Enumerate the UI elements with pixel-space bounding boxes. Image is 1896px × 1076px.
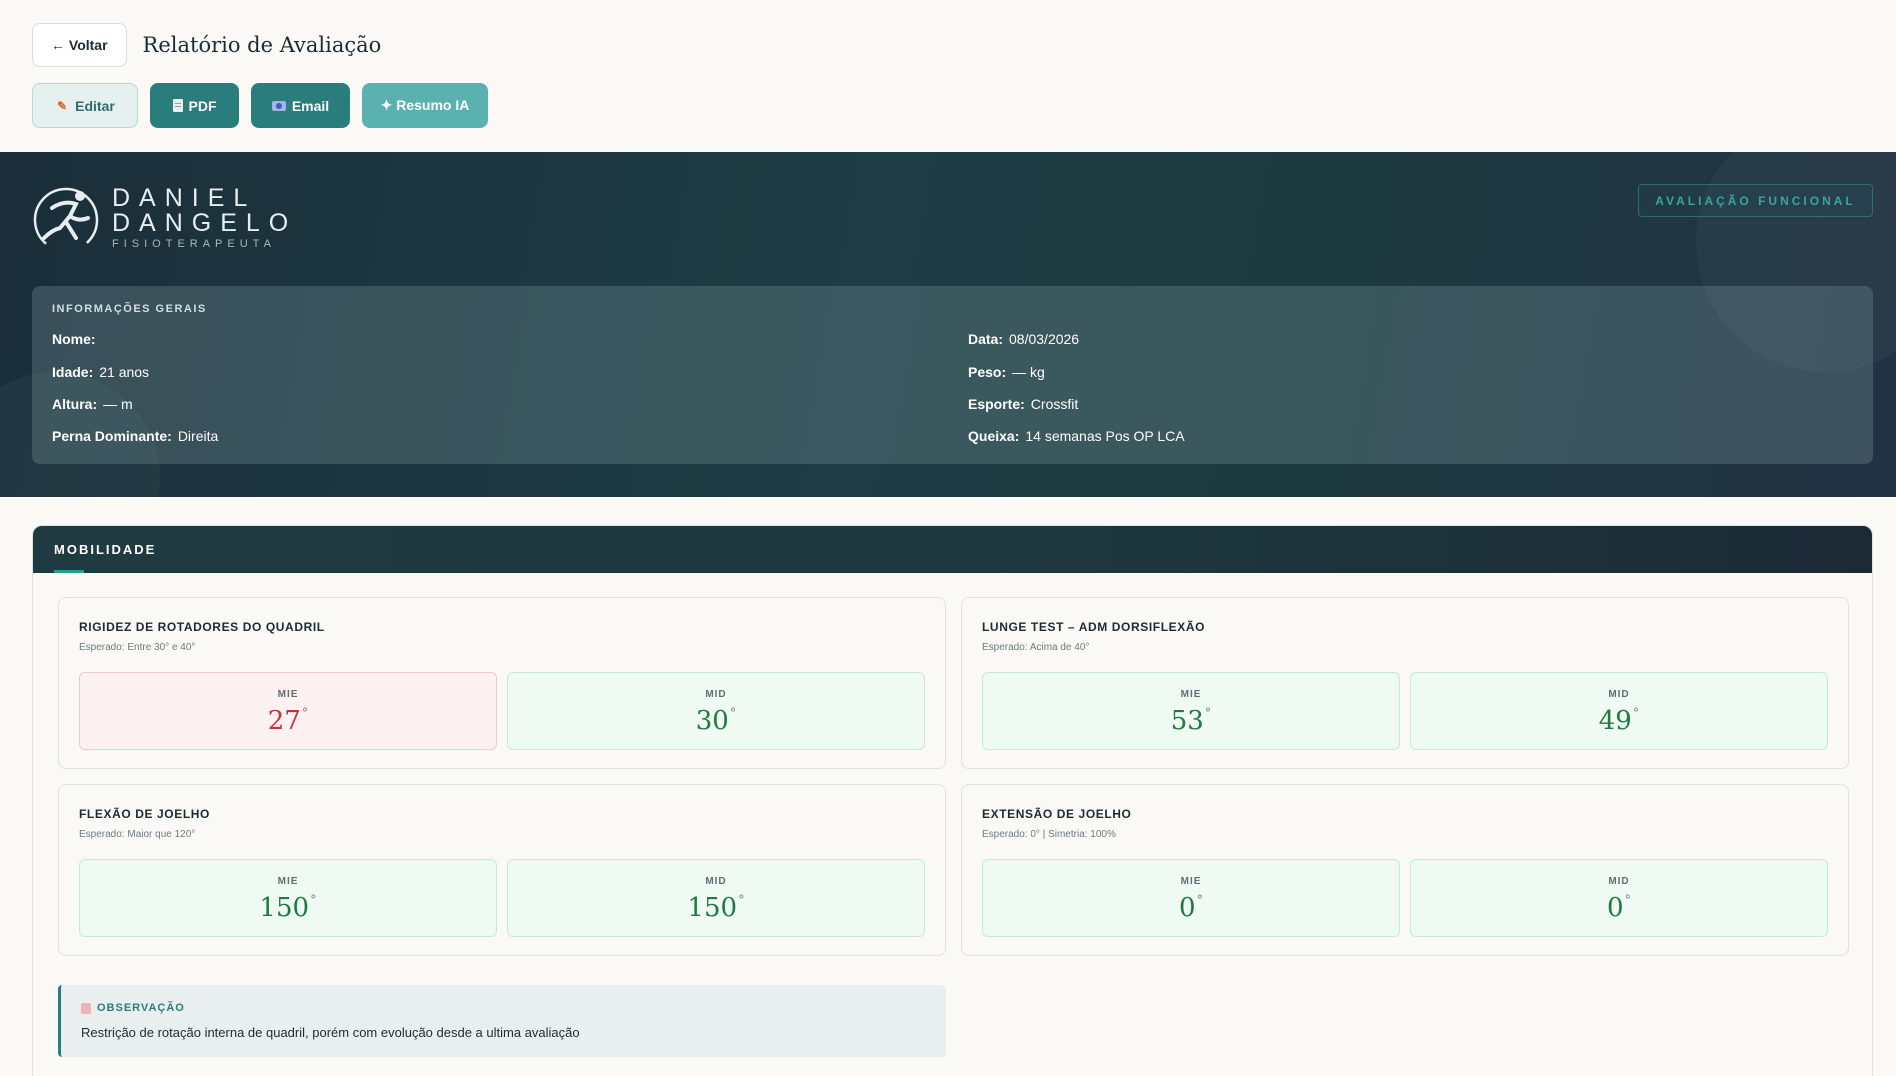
ai-summary-label: ✦ Resumo IA <box>380 97 470 113</box>
measure-right: MID 49° <box>1410 672 1828 750</box>
pencil-icon: ✎ <box>57 98 68 113</box>
mobility-header: MOBILIDADE <box>33 526 1872 573</box>
mobility-card-lunge-test: LUNGE TEST – ADM DORSIFLEXÃO Esperado: A… <box>961 597 1849 769</box>
top-bar: ← Voltar Relatório de Avaliação <box>32 23 381 67</box>
report-header: DANIEL DANGELO FISIOTERAPEUTA AVALIAÇÃO … <box>0 152 1896 497</box>
card-expected: Esperado: Maior que 120° <box>79 829 196 840</box>
card-title: EXTENSÃO DE JOELHO <box>982 807 1132 821</box>
general-info-panel: INFORMAÇÕES GERAIS Nome: Idade: 21 anos A… <box>32 286 1873 464</box>
email-button[interactable]: Email <box>251 83 350 128</box>
mobility-card-hip-rotators: RIGIDEZ DE ROTADORES DO QUADRIL Esperado… <box>58 597 946 769</box>
card-expected: Esperado: Entre 30° e 40° <box>79 642 196 653</box>
measure-value: 49 <box>1598 706 1632 736</box>
info-complaint: Queixa: 14 semanas Pos OP LCA <box>968 428 1185 444</box>
card-title: FLEXÃO DE JOELHO <box>79 807 210 821</box>
info-height: Altura: — m <box>52 396 133 412</box>
measure-left: MIE 27° <box>79 672 497 750</box>
measure-right: MID 150° <box>507 859 925 937</box>
runner-logo-icon <box>33 187 99 253</box>
brand-logo: DANIEL DANGELO FISIOTERAPEUTA <box>30 182 297 254</box>
measure-value: 0 <box>1178 893 1196 923</box>
ai-summary-button[interactable]: ✦ Resumo IA <box>362 83 488 128</box>
email-label: Email <box>291 97 330 114</box>
measure-value: 0 <box>1606 893 1624 923</box>
info-date: Data: 08/03/2026 <box>968 331 1080 347</box>
mobility-section: MOBILIDADE RIGIDEZ DE ROTADORES DO QUADR… <box>32 525 1873 1076</box>
general-info-title: INFORMAÇÕES GERAIS <box>52 303 207 315</box>
measure-left: MIE 53° <box>982 672 1400 750</box>
measure-left: MIE 150° <box>79 859 497 937</box>
card-expected: Esperado: Acima de 40° <box>982 642 1090 653</box>
measure-value: 150 <box>687 893 738 923</box>
note-icon <box>81 1002 91 1014</box>
brand-name-first: DANIEL <box>112 184 257 212</box>
mobility-card-knee-extension: EXTENSÃO DE JOELHO Esperado: 0° | Simetr… <box>961 784 1849 956</box>
measure-left: MIE 0° <box>982 859 1400 937</box>
edit-button[interactable]: ✎ Editar <box>32 83 138 128</box>
mobility-title: MOBILIDADE <box>54 542 157 557</box>
card-title: RIGIDEZ DE ROTADORES DO QUADRIL <box>79 620 325 634</box>
observation-box: OBSERVAÇÃO Restrição de rotação interna … <box>58 985 946 1057</box>
card-title: LUNGE TEST – ADM DORSIFLEXÃO <box>982 620 1206 634</box>
brand-subtitle: FISIOTERAPEUTA <box>112 238 276 250</box>
pdf-button[interactable]: PDF <box>150 83 239 128</box>
info-weight: Peso: — kg <box>968 364 1045 380</box>
measure-value: 53 <box>1170 706 1204 736</box>
observation-title: OBSERVAÇÃO <box>97 1002 185 1014</box>
action-toolbar: ✎ Editar PDF Email ✦ Resumo IA <box>32 83 488 128</box>
card-expected: Esperado: 0° | Simetria: 100% <box>982 829 1116 840</box>
brand-name-last: DANGELO <box>112 209 298 237</box>
document-icon <box>172 99 183 112</box>
measure-value: 27 <box>267 706 301 736</box>
mobility-card-knee-flexion: FLEXÃO DE JOELHO Esperado: Maior que 120… <box>58 784 946 956</box>
measure-right: MID 30° <box>507 672 925 750</box>
edit-label: Editar <box>75 97 115 114</box>
back-button[interactable]: ← Voltar <box>32 23 127 67</box>
info-dominant-leg: Perna Dominante: Direita <box>52 428 219 444</box>
measure-right: MID 0° <box>1410 859 1828 937</box>
email-icon <box>271 100 286 111</box>
page-title: Relatório de Avaliação <box>142 33 382 57</box>
measure-value: 30 <box>695 706 729 736</box>
info-sport: Esporte: Crossfit <box>968 396 1079 412</box>
info-age: Idade: 21 anos <box>52 364 150 380</box>
evaluation-type-badge: AVALIAÇÃO FUNCIONAL <box>1638 184 1873 217</box>
info-name: Nome: <box>52 331 96 347</box>
measure-value: 150 <box>259 893 310 923</box>
pdf-label: PDF <box>188 97 217 114</box>
observation-text: Restrição de rotação interna de quadril,… <box>81 1025 580 1040</box>
